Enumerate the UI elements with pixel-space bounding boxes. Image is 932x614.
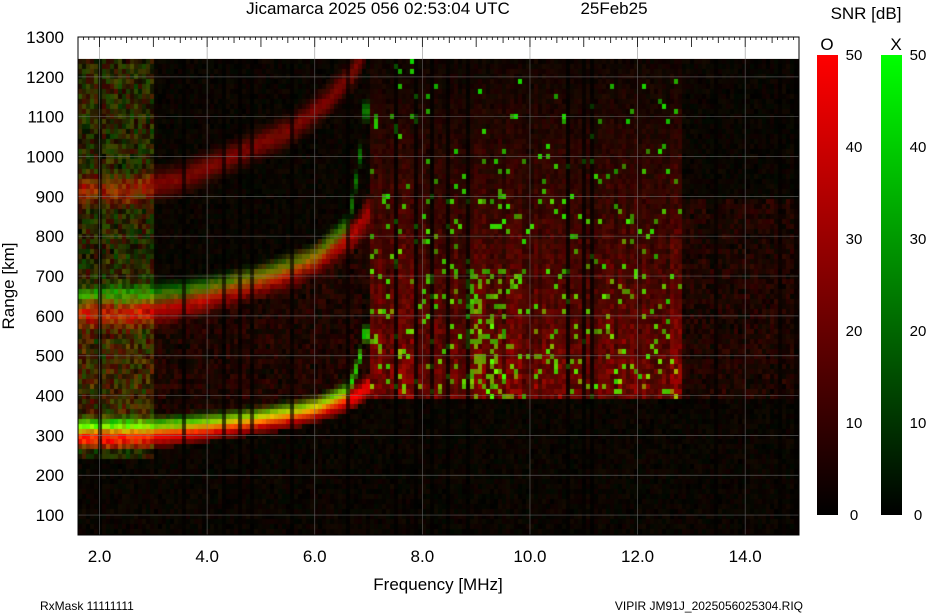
- colorbar-x-tick-label: 20: [910, 323, 927, 340]
- x-tick-label: 14.0: [729, 547, 762, 566]
- x-axis-label: Frequency [MHz]: [373, 575, 502, 594]
- colorbar-o-tick-label: 40: [846, 139, 863, 156]
- colorbar-o: [817, 55, 838, 515]
- y-tick-label: 1200: [26, 68, 64, 87]
- y-tick-label: 400: [36, 387, 64, 406]
- colorbar-x-label: X: [890, 35, 901, 54]
- colorbar-o-tick-label: 50: [846, 47, 863, 64]
- y-tick-labels: 100 200 300 400 500 600 700 800 900 1000 1100 1200 1…: [26, 28, 64, 525]
- x-tick-label: 6.0: [303, 547, 327, 566]
- colorbar-o-label: O: [820, 35, 833, 54]
- colorbar-x-tick-label: 30: [910, 231, 927, 248]
- y-axis-label: Range [km]: [0, 243, 18, 330]
- colorbar-o-tick-label: 10: [846, 415, 863, 432]
- ionogram-chart: Jicamarca 2025 056 02:53:04 UTC 25Feb25 …: [0, 0, 927, 613]
- chart-title: Jicamarca 2025 056 02:53:04 UTC: [246, 0, 510, 18]
- y-tick-label: 300: [36, 426, 64, 445]
- x-tick-label: 4.0: [195, 547, 219, 566]
- colorbar-o-tick-label: 0: [850, 507, 858, 524]
- x-tick-label: 12.0: [621, 547, 654, 566]
- colorbar-o-tick-label: 20: [846, 323, 863, 340]
- footer-left: RxMask 11111111: [40, 599, 134, 613]
- colorbar-x: [881, 55, 902, 515]
- y-tick-label: 200: [36, 466, 64, 485]
- colorbar-x-tick-label: 10: [910, 415, 927, 432]
- footer-right: VIPIR JM91J_2025056025304.RIQ: [615, 599, 803, 613]
- colorbar-x-tick-label: 40: [910, 139, 927, 156]
- y-tick-label: 1000: [26, 148, 64, 167]
- y-tick-label: 900: [36, 187, 64, 206]
- y-tick-label: 600: [36, 307, 64, 326]
- colorbar-x-tick-label: 0: [914, 507, 922, 524]
- colorbar-o-tick-label: 30: [846, 231, 863, 248]
- y-tick-label: 1300: [26, 28, 64, 47]
- x-tick-label: 2.0: [88, 547, 112, 566]
- colorbar-x-tick-label: 50: [910, 47, 927, 64]
- y-tick-label: 100: [36, 506, 64, 525]
- x-tick-label: 8.0: [411, 547, 435, 566]
- x-tick-label: 10.0: [513, 547, 546, 566]
- y-tick-label: 500: [36, 347, 64, 366]
- x-tick-labels: 2.0 4.0 6.0 8.0 10.0 12.0 14.0: [88, 547, 762, 566]
- colorbar-title: SNR [dB]: [831, 4, 902, 23]
- chart-date: 25Feb25: [580, 0, 647, 18]
- heatmap-image: [78, 58, 799, 536]
- heatmap-area: [78, 58, 799, 536]
- y-tick-label: 800: [36, 227, 64, 246]
- y-tick-label: 700: [36, 267, 64, 286]
- y-tick-label: 1100: [27, 108, 64, 127]
